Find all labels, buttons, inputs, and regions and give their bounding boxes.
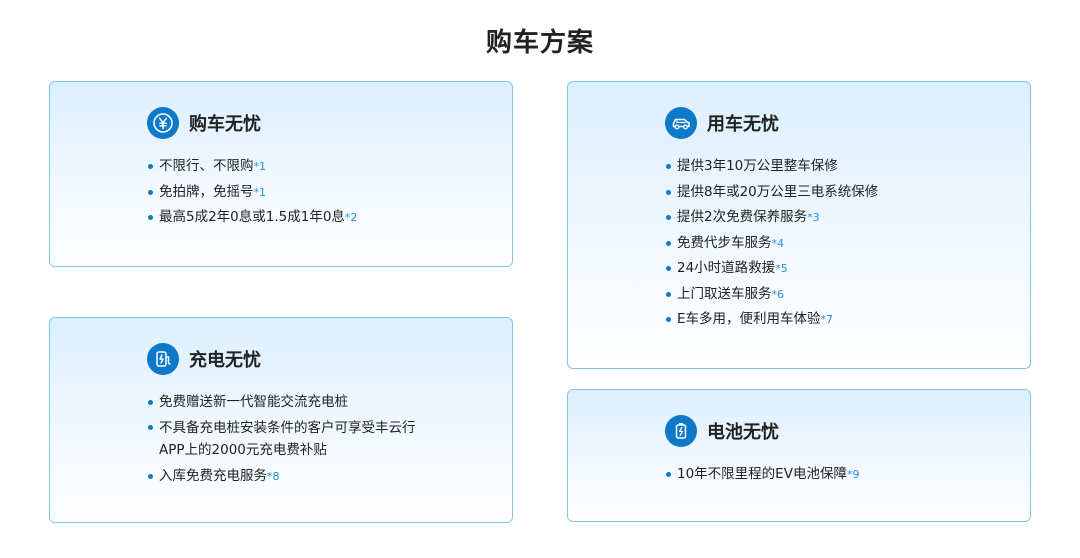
feature-list: 提供3年10万公里整车保修 提供8年或20万公里三电系统保修 提供2次免费保养服… <box>665 154 878 333</box>
list-item: 入库免费充电服务*8 <box>147 464 429 490</box>
feature-list: 免费赠送新一代智能交流充电桩 不具备充电桩安装条件的客户可享受丰云行APP上的2… <box>147 390 429 489</box>
footnote-marker: *7 <box>820 313 834 326</box>
feature-list: 10年不限里程的EV电池保障*9 <box>665 462 859 488</box>
footnote-marker: *1 <box>253 185 267 199</box>
list-item: 免费赠送新一代智能交流充电桩 <box>147 390 429 416</box>
list-item: 10年不限里程的EV电池保障*9 <box>665 462 859 488</box>
list-item: 免费代步车服务*4 <box>665 231 878 257</box>
battery-icon <box>665 415 697 447</box>
card-buy-worry-free: 购车无忧 不限行、不限购*1 免拍牌，免摇号*1 最高5成2年0息或1.5成1年… <box>49 81 513 267</box>
footnote-marker: *4 <box>771 236 785 250</box>
list-item: 上门取送车服务*6 <box>665 282 878 308</box>
footnote-marker: *6 <box>771 287 785 301</box>
yen-coin-icon <box>147 107 179 139</box>
page-title: 购车方案 <box>485 28 594 58</box>
car-icon <box>665 107 697 139</box>
list-item: 最高5成2年0息或1.5成1年0息*2 <box>147 205 357 231</box>
card-title: 用车无忧 <box>707 114 779 135</box>
card-charging-worry-free: 充电无忧 免费赠送新一代智能交流充电桩 不具备充电桩安装条件的客户可享受丰云行A… <box>49 317 513 523</box>
footnote-marker: *9 <box>846 468 860 481</box>
card-header: 购车无忧 <box>147 106 261 140</box>
card-battery-worry-free: 电池无忧 10年不限里程的EV电池保障*9 <box>567 389 1031 522</box>
footnote-marker: *2 <box>344 211 358 224</box>
card-title: 充电无忧 <box>189 350 261 371</box>
footnote-marker: *5 <box>775 262 788 275</box>
footnote-marker: *1 <box>253 160 267 173</box>
list-item: 不具备充电桩安装条件的客户可享受丰云行APP上的2000元充电费补贴 <box>147 416 429 464</box>
charging-plug-icon <box>147 343 179 375</box>
card-title: 电池无忧 <box>707 422 779 443</box>
footnote-marker: *3 <box>807 211 820 224</box>
list-item: E车多用，便利用车体验*7 <box>665 307 878 333</box>
card-use-worry-free: 用车无忧 提供3年10万公里整车保修 提供8年或20万公里三电系统保修 提供2次… <box>567 81 1031 369</box>
list-item: 24小时道路救援*5 <box>665 256 878 282</box>
card-header: 电池无忧 <box>665 414 779 448</box>
card-header: 用车无忧 <box>665 106 779 140</box>
list-item: 提供3年10万公里整车保修 <box>665 154 878 180</box>
footnote-marker: *8 <box>267 469 280 483</box>
list-item: 不限行、不限购*1 <box>147 154 357 180</box>
list-item: 提供2次免费保养服务*3 <box>665 205 878 231</box>
feature-list: 不限行、不限购*1 免拍牌，免摇号*1 最高5成2年0息或1.5成1年0息*2 <box>147 154 357 231</box>
card-title: 购车无忧 <box>189 114 261 135</box>
list-item: 提供8年或20万公里三电系统保修 <box>665 180 878 206</box>
list-item: 免拍牌，免摇号*1 <box>147 180 357 206</box>
card-header: 充电无忧 <box>147 342 261 376</box>
